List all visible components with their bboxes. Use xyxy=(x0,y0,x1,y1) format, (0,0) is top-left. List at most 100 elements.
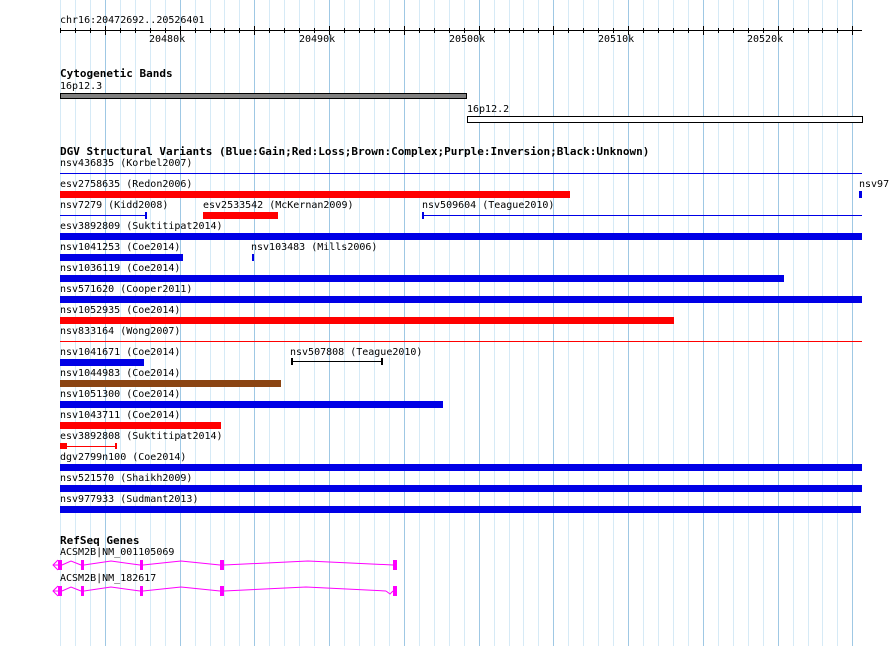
gene-intron xyxy=(223,586,387,592)
gene-exon xyxy=(81,586,84,596)
variant-feature[interactable] xyxy=(60,275,784,282)
variant-feature[interactable] xyxy=(60,443,67,449)
ruler-minor-tick xyxy=(419,28,420,33)
variant-label: nsv103483 (Mills2006) xyxy=(251,242,378,253)
ruler-minor-tick xyxy=(165,28,166,33)
variant-feature[interactable] xyxy=(60,215,146,216)
variant-feature[interactable] xyxy=(291,361,383,362)
grid-line xyxy=(793,0,794,646)
ruler-label-20490k: 20490k xyxy=(299,34,336,45)
ruler-minor-tick xyxy=(583,28,584,33)
variant-feature-end-mark xyxy=(115,443,117,449)
ruler-minor-tick xyxy=(643,28,644,33)
variant-feature[interactable] xyxy=(60,401,443,408)
variant-feature[interactable] xyxy=(60,233,862,240)
gene-exon xyxy=(393,560,397,570)
ruler-minor-tick xyxy=(120,28,121,33)
variant-feature[interactable] xyxy=(60,380,281,387)
cytoband-bar[interactable] xyxy=(60,93,467,99)
variant-label: nsv521570 (Shaikh2009) xyxy=(60,473,193,484)
ruler-minor-tick xyxy=(299,28,300,33)
ruler-minor-tick xyxy=(464,28,465,33)
grid-line xyxy=(748,0,749,646)
ruler-minor-tick xyxy=(75,28,76,33)
ruler-minor-tick xyxy=(449,28,450,33)
variant-label: esv3892808 (Suktitipat2014) xyxy=(60,431,223,442)
variant-feature[interactable] xyxy=(60,341,862,342)
variant-label: esv3892809 (Suktitipat2014) xyxy=(60,221,223,232)
ruler-minor-tick xyxy=(389,28,390,33)
variant-label: nsv507808 (Teague2010) xyxy=(290,347,423,358)
ruler-minor-tick xyxy=(509,28,510,33)
variant-label: nsv509604 (Teague2010) xyxy=(422,200,555,211)
cytoband-bar[interactable] xyxy=(467,116,863,123)
variant-feature[interactable] xyxy=(60,173,862,174)
ruler-minor-tick xyxy=(523,28,524,33)
ruler-label-20520k: 20520k xyxy=(747,34,784,45)
grid-line xyxy=(837,0,838,646)
ruler-minor-tick xyxy=(344,28,345,33)
grid-line xyxy=(778,0,779,646)
genome-browser-view: chr16:20472692..20526401 20480k 20490k 2… xyxy=(0,0,890,646)
cytobands-track-title: Cytogenetic Bands xyxy=(60,67,173,80)
gene-exon xyxy=(220,586,224,596)
ruler-label-20480k: 20480k xyxy=(149,34,186,45)
variant-feature[interactable] xyxy=(60,506,861,513)
gene-model[interactable] xyxy=(0,556,890,574)
variant-feature[interactable] xyxy=(60,317,674,324)
variant-feature[interactable] xyxy=(60,422,221,429)
ruler-minor-tick xyxy=(314,28,315,33)
ruler-minor-tick xyxy=(718,28,719,33)
grid-line xyxy=(733,0,734,646)
ruler-minor-tick xyxy=(195,28,196,33)
ruler-minor-tick xyxy=(374,28,375,33)
variant-feature[interactable] xyxy=(203,212,278,219)
variant-label: nsv571620 (Cooper2011) xyxy=(60,284,193,295)
grid-line xyxy=(688,0,689,646)
variant-feature[interactable] xyxy=(67,446,116,447)
gene-exon xyxy=(393,586,397,596)
variant-feature[interactable] xyxy=(60,359,144,366)
grid-line xyxy=(703,0,704,646)
ruler-minor-tick xyxy=(60,28,61,33)
ruler-minor-tick xyxy=(613,28,614,33)
gene-model[interactable] xyxy=(0,582,890,600)
gene-intron xyxy=(223,560,394,566)
ruler-major-tick xyxy=(703,26,704,35)
ruler-major-tick xyxy=(553,26,554,35)
ruler-minor-tick xyxy=(793,28,794,33)
variant-feature[interactable] xyxy=(60,485,862,492)
variant-feature[interactable] xyxy=(252,254,254,261)
ruler-major-tick xyxy=(852,26,853,35)
variant-feature[interactable] xyxy=(60,464,862,471)
ruler-minor-tick xyxy=(808,28,809,33)
dgv-track-title: DGV Structural Variants (Blue:Gain;Red:L… xyxy=(60,145,650,158)
gene-intron xyxy=(142,586,221,592)
variant-label: nsv1036119 (Coe2014) xyxy=(60,263,181,274)
ruler-minor-tick xyxy=(538,28,539,33)
gene-intron xyxy=(61,586,82,592)
ruler-minor-tick xyxy=(90,28,91,33)
ruler-major-tick xyxy=(105,26,106,35)
ruler-label-20500k: 20500k xyxy=(449,34,486,45)
ruler-major-tick xyxy=(254,26,255,35)
variant-label: nsv7279 (Kidd2008) xyxy=(60,200,169,211)
gene-intron xyxy=(61,560,82,566)
ruler-minor-tick xyxy=(150,28,151,33)
ruler-minor-tick xyxy=(494,28,495,33)
ruler-minor-tick xyxy=(673,28,674,33)
ruler-minor-tick xyxy=(239,28,240,33)
variant-label: nsv1051300 (Coe2014) xyxy=(60,389,181,400)
variant-label: esv2533542 (McKernan2009) xyxy=(203,200,354,211)
ruler-minor-tick xyxy=(748,28,749,33)
ruler-minor-tick xyxy=(837,28,838,33)
variant-label: nsv1041253 (Coe2014) xyxy=(60,242,181,253)
variant-feature[interactable] xyxy=(60,254,183,261)
variant-feature[interactable] xyxy=(859,191,862,198)
variant-feature[interactable] xyxy=(60,296,862,303)
gene-exon xyxy=(220,560,224,570)
variant-feature[interactable] xyxy=(60,191,570,198)
region-label: chr16:20472692..20526401 xyxy=(60,15,205,26)
variant-label: esv2758635 (Redon2006) xyxy=(60,179,193,190)
variant-feature[interactable] xyxy=(422,215,862,216)
